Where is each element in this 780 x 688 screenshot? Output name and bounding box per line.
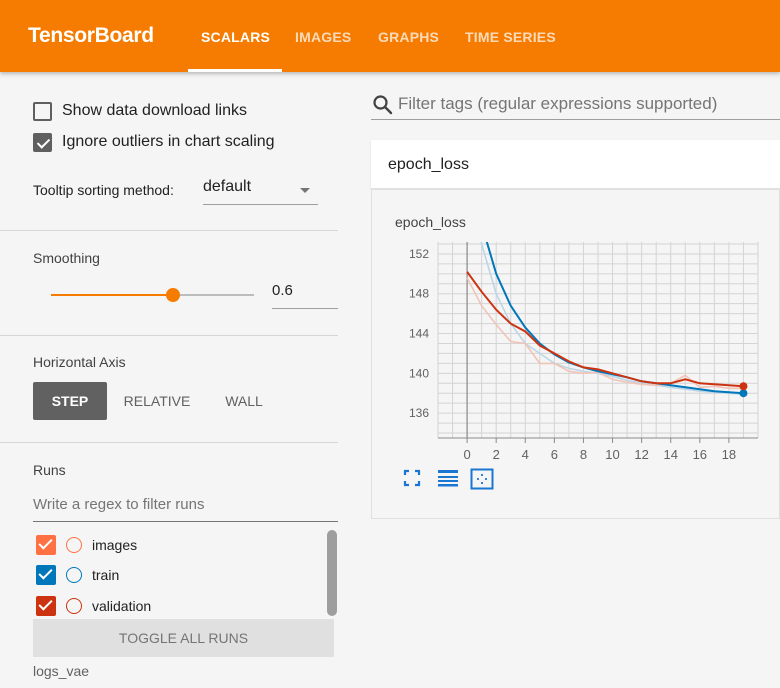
filter-tags-placeholder: Filter tags (regular expressions support… <box>398 94 718 113</box>
horizontal-axis-title: Horizontal Axis <box>33 354 126 370</box>
y-tick-label: 148 <box>409 287 429 301</box>
tooltip-sorting-label: Tooltip sorting method: <box>33 182 174 198</box>
x-tick-label: 14 <box>663 447 677 462</box>
x-tick-label: 16 <box>693 447 707 462</box>
show-download-links-label: Show data download links <box>62 102 248 119</box>
scalar-chart-card: epoch_loss 0 2 4 6 8 10 12 14 16 18 136 140 144 148 15… <box>371 190 780 519</box>
y-tick-label: 140 <box>409 366 429 380</box>
tooltip-sorting-select[interactable]: default <box>203 178 318 205</box>
show-download-links-checkbox[interactable] <box>33 101 52 121</box>
ignore-outliers-checkbox[interactable] <box>33 132 52 152</box>
run-checkbox-train[interactable] <box>36 565 56 585</box>
x-tick-label: 18 <box>722 447 736 462</box>
runs-title: Runs <box>33 462 66 478</box>
category-title: epoch_loss <box>388 156 469 173</box>
runs-filter-placeholder: Write a regex to filter runs <box>33 496 205 513</box>
smoothing-slider[interactable] <box>51 288 254 302</box>
tab-graphs[interactable]: GRAPHS <box>378 29 439 45</box>
category-header[interactable]: epoch_loss <box>371 140 780 189</box>
logdir-label: logs_vae <box>33 663 90 679</box>
divider <box>0 335 338 336</box>
runs-filter-input[interactable]: Write a regex to filter runs <box>33 496 338 522</box>
smoothing-title: Smoothing <box>33 250 100 266</box>
run-item-images[interactable]: images <box>36 534 137 556</box>
fit-domain-icon[interactable] <box>402 468 422 488</box>
x-tick-label: 4 <box>522 447 529 462</box>
x-tick-label: 8 <box>580 447 587 462</box>
tooltip-sorting-value: default <box>203 178 252 195</box>
smoothing-slider-thumb[interactable] <box>165 288 180 302</box>
divider <box>0 230 338 231</box>
series-end-point <box>739 382 748 391</box>
axis-relative-button[interactable]: RELATIVE <box>117 382 197 420</box>
log-scale-icon[interactable] <box>436 468 460 488</box>
x-tick-label: 0 <box>463 447 470 462</box>
run-checkbox-validation[interactable] <box>36 596 56 616</box>
run-item-train[interactable]: train <box>36 564 119 586</box>
active-tab-indicator <box>188 69 282 72</box>
x-tick-label: 10 <box>605 447 619 462</box>
run-label-images: images <box>92 537 138 553</box>
series-end-point <box>739 389 748 398</box>
runs-scrollbar[interactable] <box>327 530 337 616</box>
data-selection-icon[interactable] <box>470 468 494 490</box>
sidebar: Show data download links Ignore outliers… <box>0 72 338 688</box>
divider <box>0 442 338 443</box>
y-tick-label: 144 <box>409 327 429 341</box>
app-title[interactable]: TensorBoard <box>28 24 154 48</box>
run-color-icon[interactable] <box>66 537 82 553</box>
show-download-links-option[interactable]: Show data download links <box>33 100 247 122</box>
run-item-validation[interactable]: validation <box>36 595 151 617</box>
x-tick-label: 6 <box>551 447 558 462</box>
y-tick-label: 152 <box>409 247 429 261</box>
run-color-icon[interactable] <box>66 567 82 583</box>
tab-time-series[interactable]: TIME SERIES <box>465 29 556 45</box>
chevron-down-icon <box>300 188 310 193</box>
series-line <box>485 242 744 395</box>
ignore-outliers-label: Ignore outliers in chart scaling <box>62 133 275 150</box>
axis-step-button[interactable]: STEP <box>33 382 107 420</box>
tab-images[interactable]: IMAGES <box>295 29 351 45</box>
top-app-bar: TensorBoard SCALARS IMAGES GRAPHS TIME S… <box>0 0 780 72</box>
run-label-validation: validation <box>92 598 152 614</box>
run-color-icon[interactable] <box>66 598 82 614</box>
run-checkbox-images[interactable] <box>36 535 56 555</box>
x-tick-label: 12 <box>634 447 648 462</box>
smoothing-slider-fill <box>51 294 173 296</box>
ignore-outliers-option[interactable]: Ignore outliers in chart scaling <box>33 131 275 153</box>
run-label-train: train <box>92 567 120 583</box>
x-tick-label: 2 <box>493 447 500 462</box>
y-tick-label: 136 <box>409 406 429 420</box>
toggle-all-runs-button[interactable]: TOGGLE ALL RUNS <box>33 619 334 657</box>
axis-wall-button[interactable]: WALL <box>213 382 275 420</box>
filter-tags-input[interactable]: Filter tags (regular expressions support… <box>371 89 780 120</box>
line-chart[interactable]: 0 2 4 6 8 10 12 14 16 18 136 140 144 148 152 <box>372 190 780 519</box>
search-icon <box>373 95 393 115</box>
smoothing-value: 0.6 <box>272 282 293 299</box>
series-line <box>466 271 744 388</box>
smoothing-value-input[interactable]: 0.6 <box>272 282 338 309</box>
tab-scalars[interactable]: SCALARS <box>201 29 270 45</box>
